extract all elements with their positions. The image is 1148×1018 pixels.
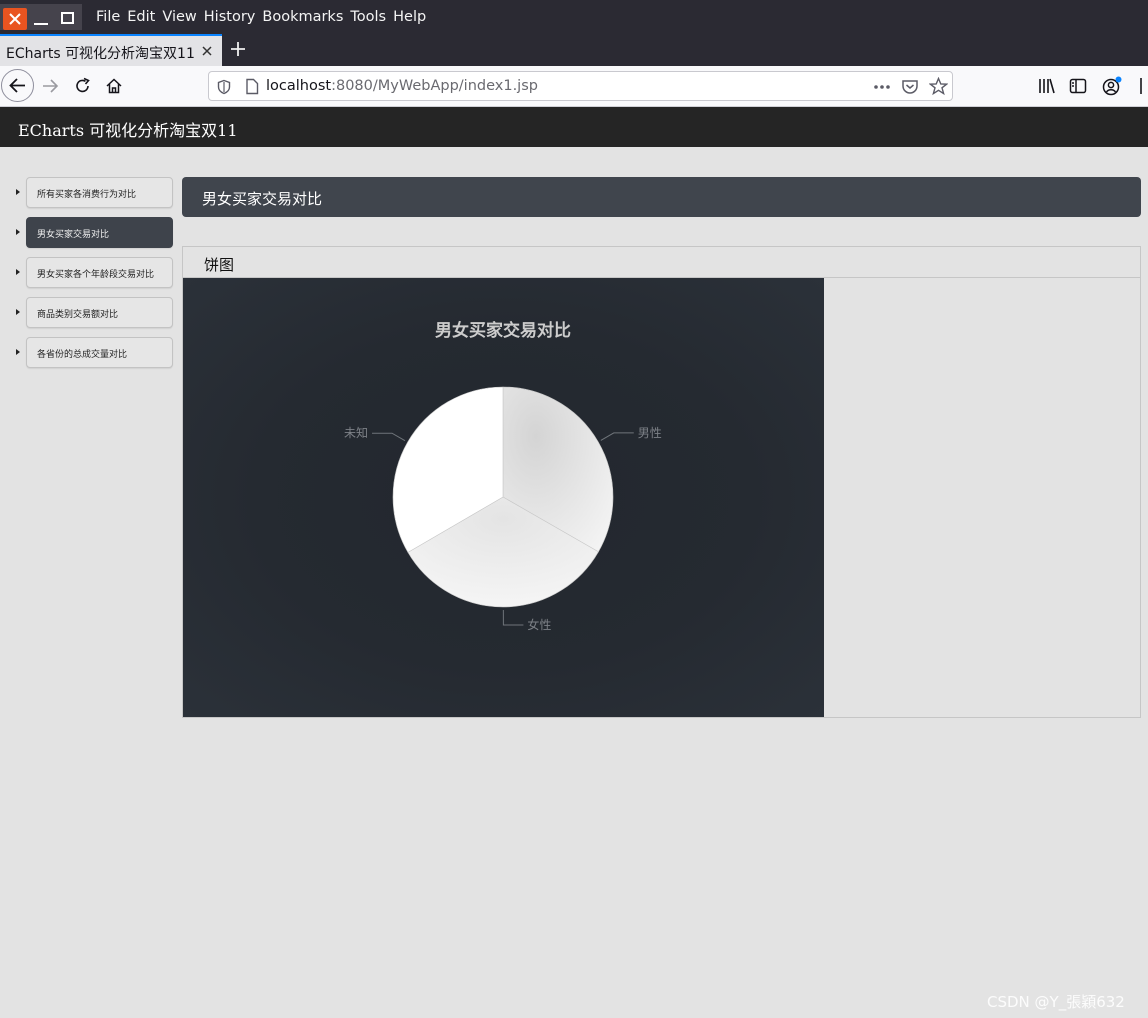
- menu-file[interactable]: File: [96, 9, 120, 25]
- more-actions-icon[interactable]: [873, 84, 891, 90]
- back-arrow-icon: [9, 78, 25, 93]
- url-path: :8080/MyWebApp/index1.jsp: [331, 78, 538, 94]
- menu-tools[interactable]: Tools: [350, 9, 386, 25]
- window-minimize-button[interactable]: [34, 23, 48, 25]
- menu-bookmarks[interactable]: Bookmarks: [262, 9, 343, 25]
- new-tab-icon[interactable]: [229, 40, 247, 58]
- pie-chart: 男女买家交易对比 男性女性 未知: [344, 320, 662, 632]
- chart-panel: 饼图 男女买家交易对比 男性女性 未知: [182, 246, 1141, 718]
- sidebar-item-gender-age-trade[interactable]: 男女买家各个年龄段交易对比: [26, 257, 173, 288]
- home-icon[interactable]: [104, 76, 124, 96]
- navigation-toolbar: localhost:8080/MyWebApp/index1.jsp: [0, 66, 1148, 107]
- pie-label-unknown: 未知: [344, 426, 368, 440]
- bookmark-star-icon[interactable]: [929, 77, 948, 96]
- sidebar-item-label: 男女买家交易对比: [37, 230, 110, 240]
- caret-icon: [16, 349, 20, 355]
- caret-icon: [16, 229, 20, 235]
- url-host: localhost: [266, 78, 332, 94]
- sidebar-item-category-amount[interactable]: 商品类别交易额对比: [26, 297, 173, 328]
- pocket-icon[interactable]: [901, 78, 919, 95]
- caret-icon: [16, 269, 20, 275]
- tab-close-icon[interactable]: [200, 44, 214, 58]
- sidebar-toggle-icon[interactable]: [1069, 77, 1087, 95]
- library-icon[interactable]: [1038, 77, 1056, 95]
- overflow-menu-icon[interactable]: [1138, 77, 1144, 95]
- section-title: 男女买家交易对比: [202, 190, 323, 208]
- pie-label-male: 男性: [638, 426, 662, 440]
- url-bar[interactable]: localhost:8080/MyWebApp/index1.jsp: [208, 71, 953, 101]
- watermark: CSDN @Y_張穎632: [987, 993, 1125, 1011]
- sidebar-item-label: 商品类别交易额对比: [37, 310, 119, 320]
- sidebar-item-label: 各省份的总成交量对比: [37, 350, 128, 360]
- tab-strip: ECharts 可视化分析淘宝双11: [0, 34, 1148, 66]
- pie-label-line-male: [600, 432, 634, 441]
- pie-label-line-female: [502, 609, 524, 626]
- app-title: ECharts 可视化分析淘宝双11: [18, 121, 238, 140]
- forward-arrow-icon[interactable]: [40, 76, 60, 96]
- window-controls: [0, 4, 82, 30]
- window-close-button[interactable]: [3, 8, 27, 30]
- menu-edit[interactable]: Edit: [127, 9, 155, 25]
- sidebar-item-label: 所有买家各消费行为对比: [37, 190, 137, 200]
- menu-help[interactable]: Help: [393, 9, 426, 25]
- section-header: 男女买家交易对比: [182, 177, 1141, 217]
- pie-label-line-unknown: [372, 432, 406, 442]
- panel-header: 饼图: [183, 247, 1140, 278]
- tab-title: ECharts 可视化分析淘宝双11: [6, 46, 195, 62]
- menu-history[interactable]: History: [204, 9, 256, 25]
- sidebar-item-gender-trade[interactable]: 男女买家交易对比: [26, 217, 173, 248]
- window-maximize-button[interactable]: [61, 12, 74, 24]
- chart-title: 男女买家交易对比: [435, 320, 571, 341]
- close-icon: [9, 13, 21, 25]
- menu-view[interactable]: View: [162, 9, 196, 25]
- window-titlebar: File Edit View History Bookmarks Tools H…: [0, 0, 1148, 34]
- pie-chart-container: 男女买家交易对比 男性女性 未知: [183, 278, 824, 717]
- caret-icon: [16, 309, 20, 315]
- shield-icon[interactable]: [217, 79, 231, 95]
- page-icon[interactable]: [245, 78, 259, 95]
- reload-icon[interactable]: [73, 76, 93, 96]
- pie-label-female: 女性: [527, 617, 551, 632]
- sidebar-item-consumer-behavior[interactable]: 所有买家各消费行为对比: [26, 177, 173, 208]
- url-text: localhost:8080/MyWebApp/index1.jsp: [266, 78, 538, 94]
- back-button[interactable]: [1, 69, 34, 102]
- panel-title: 饼图: [204, 256, 235, 274]
- app-header: ECharts 可视化分析淘宝双11: [0, 107, 1148, 147]
- menubar: File Edit View History Bookmarks Tools H…: [96, 9, 433, 25]
- account-icon[interactable]: [1101, 75, 1123, 97]
- sidebar-item-province-volume[interactable]: 各省份的总成交量对比: [26, 337, 173, 368]
- sidebar-item-label: 男女买家各个年龄段交易对比: [37, 270, 155, 280]
- caret-icon: [16, 189, 20, 195]
- tab-active[interactable]: ECharts 可视化分析淘宝双11: [0, 34, 222, 66]
